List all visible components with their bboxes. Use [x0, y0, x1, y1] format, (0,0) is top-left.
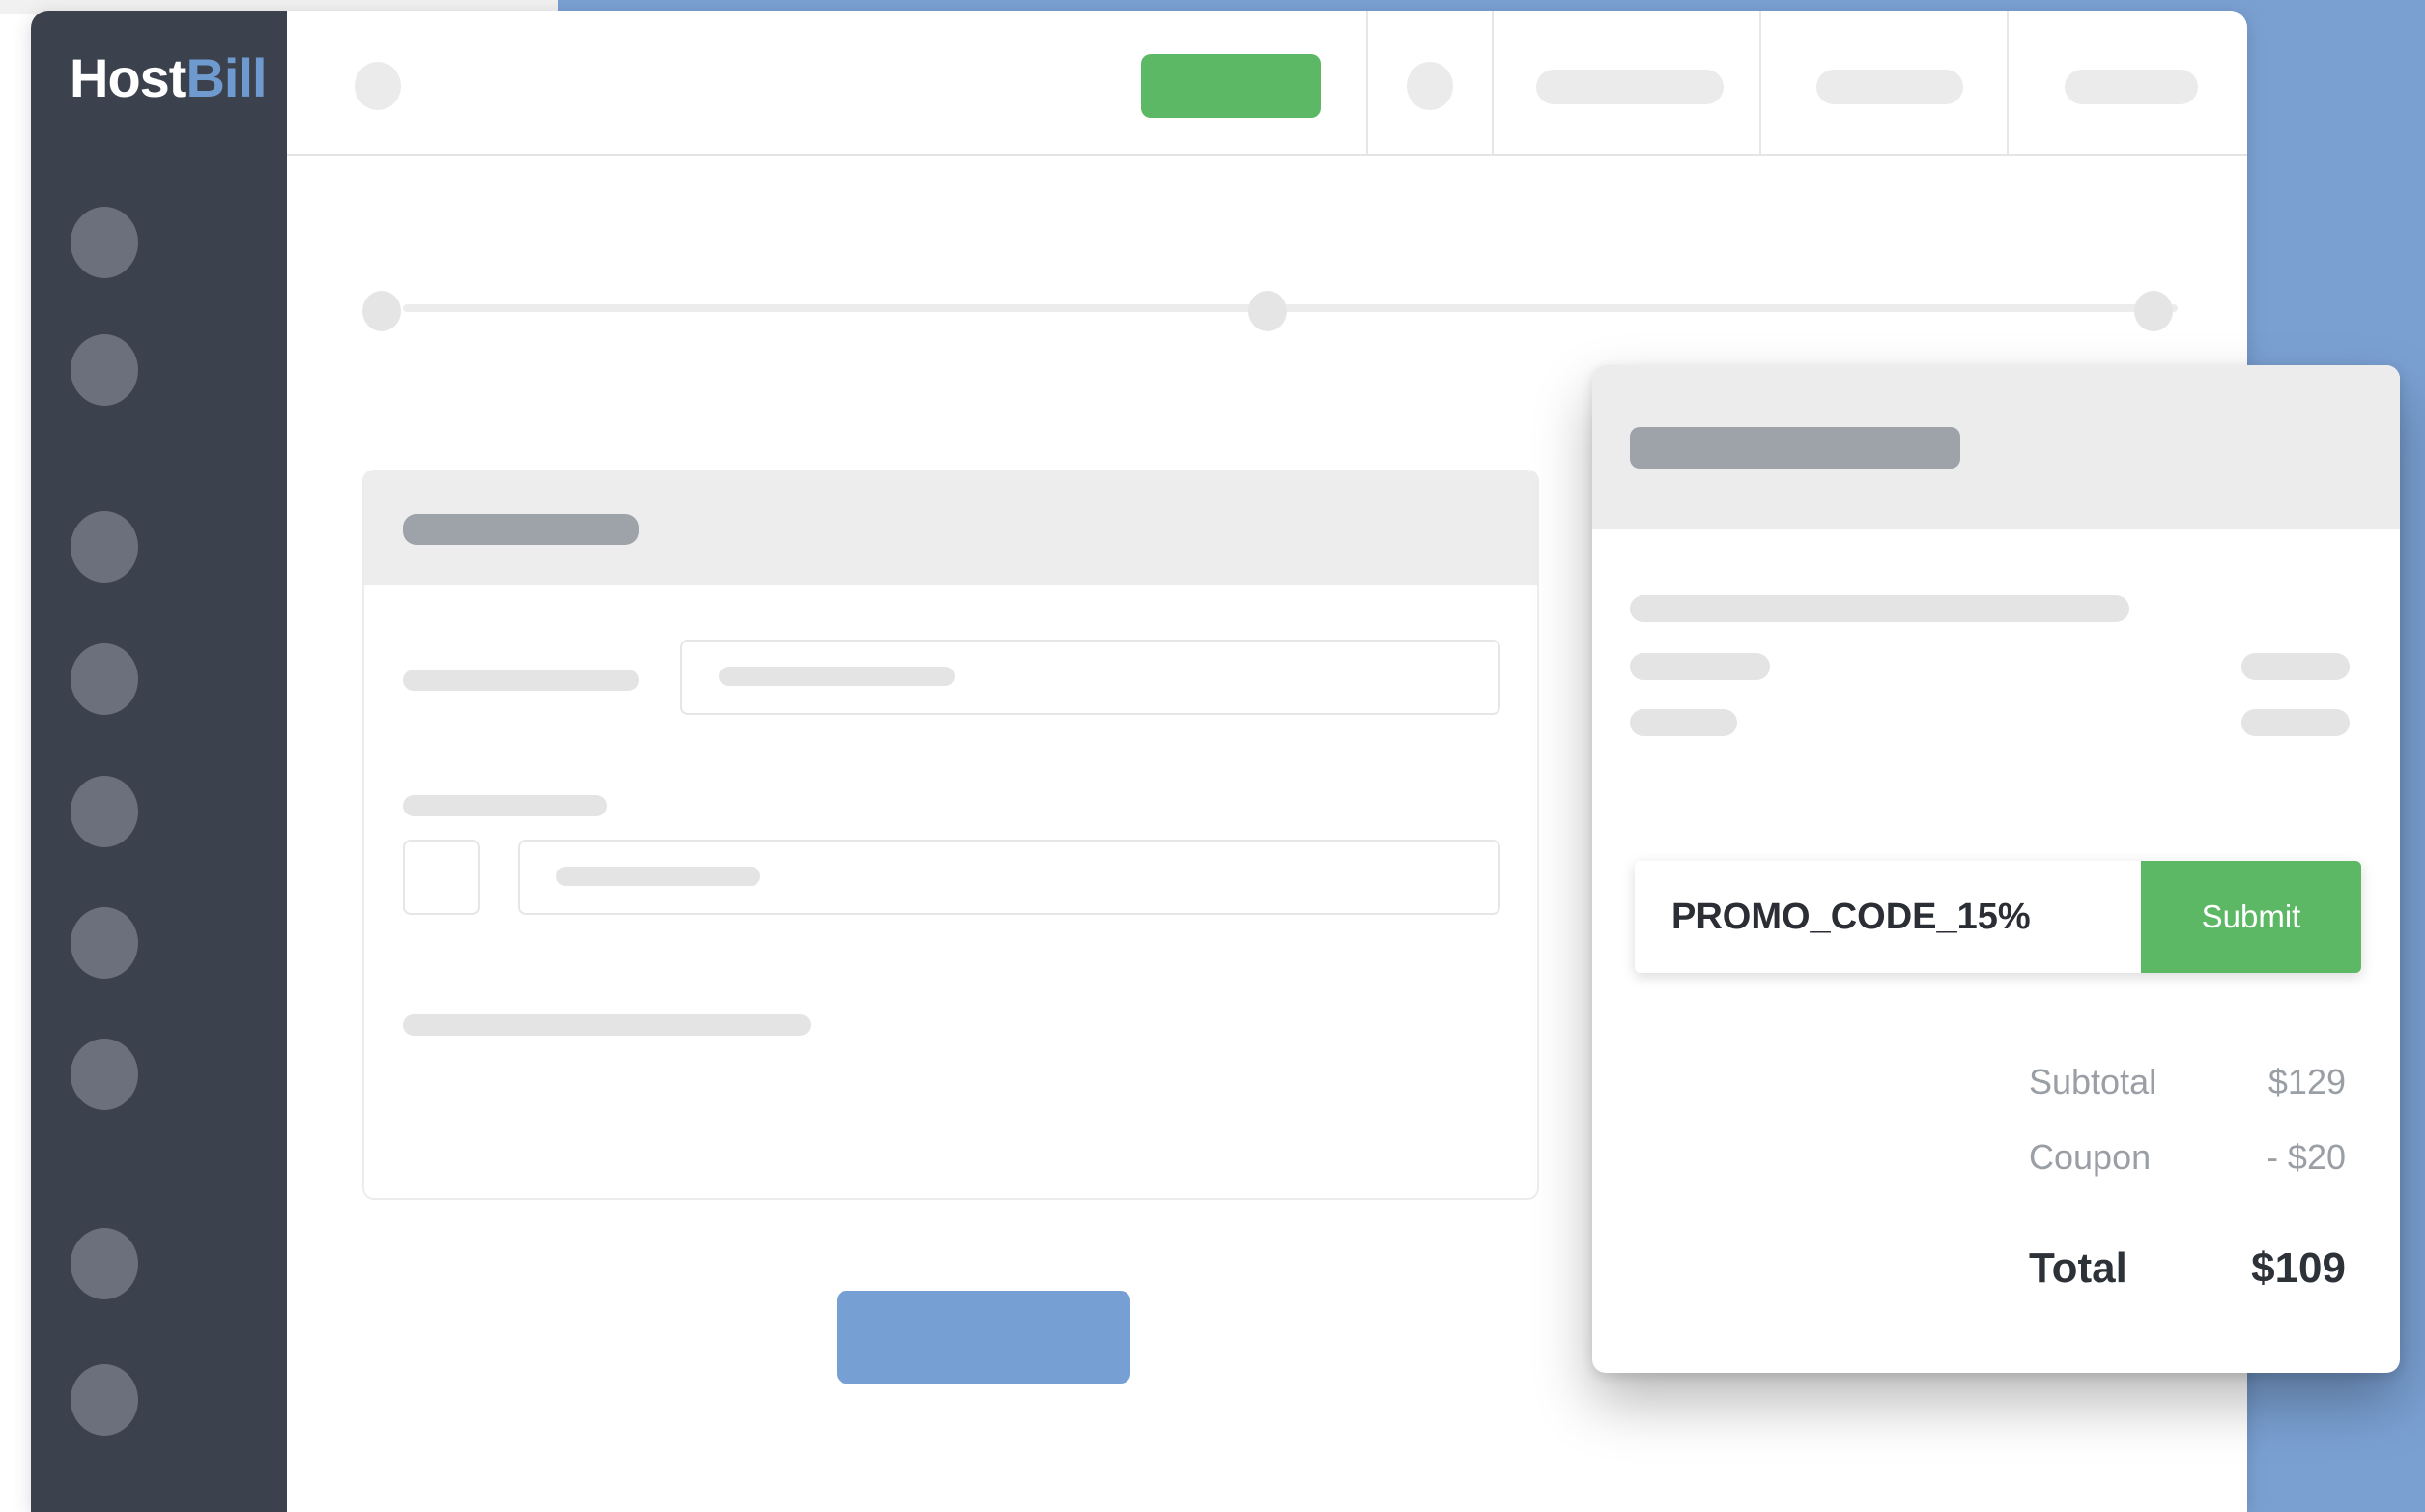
text-field-value-placeholder: [719, 667, 955, 686]
sidebar-item-6[interactable]: [71, 907, 138, 979]
text-field[interactable]: [518, 840, 1500, 915]
order-summary-header: [1592, 365, 2400, 529]
form-card-header: [364, 471, 1537, 585]
promo-code-input[interactable]: [1635, 861, 2141, 973]
sidebar-item-1[interactable]: [71, 207, 138, 278]
top-bar: [287, 11, 2247, 156]
promo-code-form: Submit: [1635, 861, 2361, 973]
sidebar: HostBill: [31, 11, 287, 1512]
sidebar-item-7[interactable]: [71, 1039, 138, 1110]
progress-track: [403, 304, 2178, 312]
order-item-name-placeholder: [1630, 653, 1770, 680]
continue-button[interactable]: [837, 1291, 1130, 1384]
progress-step-3: [2134, 291, 2173, 331]
hostbill-logo[interactable]: HostBill: [70, 51, 268, 105]
form-card: [362, 470, 1539, 1200]
checkbox[interactable]: [403, 840, 480, 915]
sidebar-item-4[interactable]: [71, 643, 138, 715]
total-label: Total: [2029, 1244, 2127, 1292]
coupon-value: - $20: [2266, 1137, 2346, 1177]
order-summary-card: Submit Subtotal $129 Coupon - $20 Total …: [1592, 365, 2400, 1373]
note-placeholder: [403, 1014, 811, 1036]
topbar-primary-button[interactable]: [1141, 54, 1321, 118]
topbar-divider: [1759, 11, 1761, 154]
progress-step-2: [1248, 291, 1287, 331]
order-summary-title-placeholder: [1630, 427, 1960, 469]
topbar-divider: [1366, 11, 1368, 154]
order-item-price-placeholder: [2241, 709, 2350, 736]
field-label-placeholder: [403, 795, 607, 816]
field-label-placeholder: [403, 670, 639, 691]
sidebar-item-3[interactable]: [71, 511, 138, 583]
sidebar-item-9[interactable]: [71, 1364, 138, 1436]
order-item-name-placeholder: [1630, 709, 1737, 736]
text-field[interactable]: [680, 640, 1500, 715]
order-line-placeholder: [1630, 595, 2129, 622]
topbar-divider: [2007, 11, 2009, 154]
topbar-menu-item[interactable]: [2065, 70, 2198, 104]
topbar-divider: [1492, 11, 1494, 154]
submit-button[interactable]: Submit: [2141, 861, 2361, 973]
text-field-value-placeholder: [556, 867, 760, 886]
subtotal-value: $129: [2268, 1062, 2346, 1101]
coupon-label: Coupon: [2029, 1137, 2152, 1177]
logo-bill-text: Bill: [185, 47, 267, 108]
total-value: $109: [2251, 1244, 2346, 1292]
topbar-menu-icon[interactable]: [355, 62, 401, 110]
form-card-title-placeholder: [403, 514, 639, 545]
topbar-menu-item[interactable]: [1816, 70, 1963, 104]
topbar-notification-icon[interactable]: [1407, 62, 1453, 110]
topbar-menu-item[interactable]: [1536, 70, 1724, 104]
progress-step-1: [362, 291, 401, 331]
sidebar-item-2[interactable]: [71, 334, 138, 406]
order-item-price-placeholder: [2241, 653, 2350, 680]
sidebar-item-5[interactable]: [71, 776, 138, 847]
logo-host-text: Host: [70, 47, 186, 108]
subtotal-label: Subtotal: [2029, 1062, 2157, 1101]
sidebar-item-8[interactable]: [71, 1228, 138, 1299]
